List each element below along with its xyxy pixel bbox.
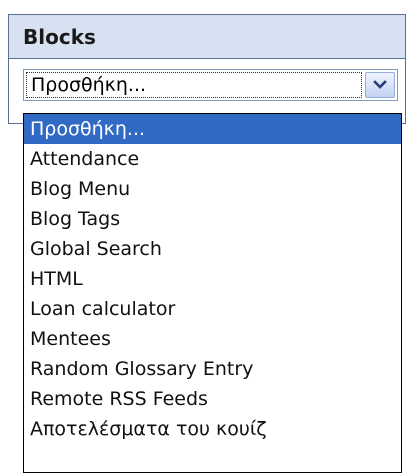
option-quiz-results[interactable]: Αποτελέσματα του κουίζ xyxy=(24,414,401,444)
option-random-glossary-entry[interactable]: Random Glossary Entry xyxy=(24,354,401,384)
option-attendance[interactable]: Attendance xyxy=(24,144,401,174)
option-global-search[interactable]: Global Search xyxy=(24,234,401,264)
add-block-select[interactable]: Προσθήκη... xyxy=(23,69,398,101)
option-mentees[interactable]: Mentees xyxy=(24,324,401,354)
add-block-dropdown-list[interactable]: Προσθήκη... Attendance Blog Menu Blog Ta… xyxy=(23,113,402,473)
add-block-select-value: Προσθήκη... xyxy=(26,72,362,98)
option-blog-tags[interactable]: Blog Tags xyxy=(24,204,401,234)
blocks-header: Blocks xyxy=(9,15,405,59)
option-blog-menu[interactable]: Blog Menu xyxy=(24,174,401,204)
option-add[interactable]: Προσθήκη... xyxy=(24,114,401,144)
blocks-panel: Blocks Προσθήκη... xyxy=(8,14,406,124)
blocks-title: Blocks xyxy=(23,24,96,49)
option-html[interactable]: HTML xyxy=(24,264,401,294)
option-remote-rss-feeds[interactable]: Remote RSS Feeds xyxy=(24,384,401,414)
chevron-down-icon xyxy=(373,80,387,89)
dropdown-toggle-button[interactable] xyxy=(365,72,395,98)
option-loan-calculator[interactable]: Loan calculator xyxy=(24,294,401,324)
